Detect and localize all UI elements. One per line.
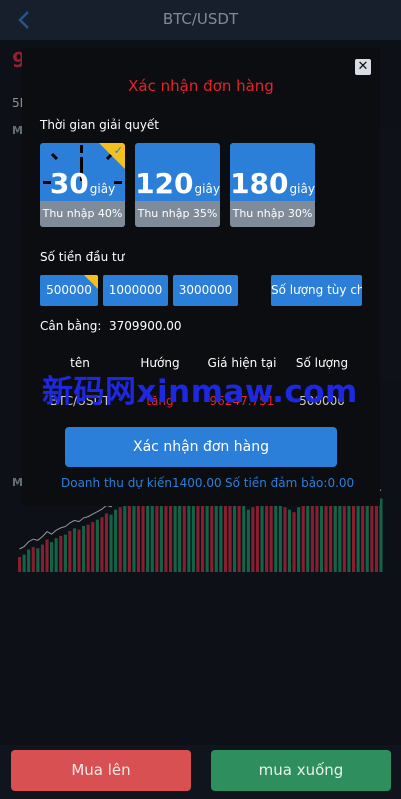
balance: Cân bằng: 3709900.00 bbox=[40, 319, 182, 333]
time-income: Thu nhập 40% bbox=[40, 201, 125, 227]
time-income: Thu nhập 30% bbox=[230, 201, 315, 227]
buy-down-button[interactable]: mua xuống bbox=[211, 750, 391, 791]
selected-corner-icon bbox=[84, 275, 98, 289]
buy-up-button[interactable]: Mua lên bbox=[11, 750, 191, 791]
amount-option-500000[interactable]: 500000 bbox=[40, 275, 98, 306]
expected-revenue: Doanh thu dự kiến1400.00 bbox=[61, 476, 222, 490]
time-option-30[interactable]: ✓ 30giây Thu nhập 40% bbox=[40, 143, 125, 227]
confirm-order-button[interactable]: Xác nhận đơn hàng bbox=[65, 427, 337, 467]
check-icon: ✓ bbox=[113, 144, 123, 157]
time-value: 30giây bbox=[49, 167, 116, 200]
time-option-120[interactable]: 120giây Thu nhập 35% bbox=[135, 143, 220, 227]
custom-amount-button[interactable]: Số lượng tùy chỉnh bbox=[271, 275, 362, 306]
amount-option-1000000[interactable]: 1000000 bbox=[103, 275, 168, 306]
time-value: 120giây bbox=[135, 167, 220, 200]
order-confirm-dialog: ✕ Xác nhận đơn hàng Thời gian giải quyết… bbox=[22, 48, 380, 506]
watermark: 新码网xinmaw.com bbox=[42, 374, 358, 410]
close-icon[interactable]: ✕ bbox=[355, 59, 371, 75]
invest-amount-label: Số tiền đầu tư bbox=[40, 250, 125, 264]
time-value: 180giây bbox=[230, 167, 315, 200]
guarantee-amount: Số tiền đảm bảo:0.00 bbox=[225, 476, 355, 490]
settle-time-label: Thời gian giải quyết bbox=[40, 118, 160, 132]
amount-option-3000000[interactable]: 3000000 bbox=[173, 275, 238, 306]
time-option-180[interactable]: 180giây Thu nhập 30% bbox=[230, 143, 315, 227]
dialog-title: Xác nhận đơn hàng bbox=[128, 77, 274, 95]
time-income: Thu nhập 35% bbox=[135, 201, 220, 227]
